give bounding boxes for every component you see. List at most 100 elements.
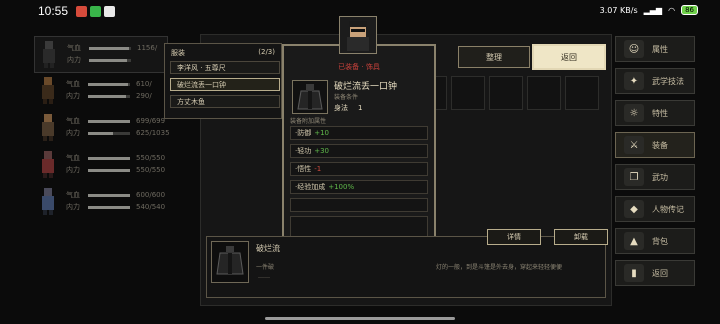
party-member-3[interactable]: 气血 699/699 内力 625/1035 <box>34 110 170 147</box>
unequip-button[interactable]: 卸载 <box>554 229 608 245</box>
attribute-row: ·悟性 -1 <box>290 162 428 176</box>
menu-traits-button[interactable]: ☼ 特性 <box>615 100 695 126</box>
character-sprite <box>42 77 54 104</box>
clock: 10:55 <box>38 4 69 18</box>
network-speed: 3.07 KB/s <box>599 5 638 15</box>
battery-icon: 86 <box>681 5 698 15</box>
inventory-slots <box>413 76 599 110</box>
attribute-value: +10 <box>314 129 330 137</box>
menu-label: 特性 <box>652 108 668 118</box>
menu-biography-button[interactable]: ◆ 人物传记 <box>615 196 695 222</box>
equipped-item[interactable]: 李洋风 · 五尊尺 <box>170 61 280 74</box>
inventory-slot[interactable] <box>451 76 485 110</box>
menu-label: 武学技法 <box>652 76 684 86</box>
equip-status: 已装备 · 饰具 <box>338 63 380 71</box>
hp-row: 气血 600/600 <box>66 190 196 200</box>
signal-icon: ▂▄▆ <box>643 5 663 15</box>
inventory-slot[interactable] <box>565 76 599 110</box>
equipped-item-selected[interactable]: 破烂流丢一口钟 <box>170 78 280 91</box>
attribute-row: ·经验加成 +100% <box>290 180 428 194</box>
equipped-list-header: 服装 (2/3) <box>171 48 275 58</box>
sort-button[interactable]: 整理 <box>458 46 530 68</box>
cloak-graphic <box>297 84 323 110</box>
mp-value: 290/ <box>136 92 152 100</box>
system-tray: 3.07 KB/s ▂▄▆ ◠ 86 <box>600 5 698 15</box>
menu-return-button[interactable]: ▮ 返回 <box>615 260 695 286</box>
mp-bar <box>89 58 131 62</box>
menu-martial-skills-button[interactable]: ✦ 武学技法 <box>615 68 695 94</box>
menu-bag-button[interactable]: ▲ 背包 <box>615 228 695 254</box>
menu-label: 装备 <box>652 140 668 150</box>
cloak-icon <box>211 241 249 283</box>
skill-icon: ✦ <box>624 72 644 90</box>
hp-value: 550/550 <box>136 154 166 162</box>
mp-label: 内力 <box>66 203 80 211</box>
menu-label: 返回 <box>652 268 668 278</box>
item-detail-popup: 已装备 · 饰具 破烂流丢一口钟 装备条件 身法 1 装备附加属性 ·防御 +10 … <box>282 44 436 268</box>
right-menu: ☺ 属性 ✦ 武学技法 ☼ 特性 ⚔ 装备 ❐ 武功 ◆ 人物传记 ▲ 背包 ▮ 返回 <box>615 36 695 292</box>
notification-icon-1 <box>76 6 87 17</box>
attribute-name: ·经验加成 <box>295 183 326 191</box>
character-sprite <box>42 188 54 215</box>
mp-bar <box>88 131 130 135</box>
notification-icon-3 <box>104 6 115 17</box>
party-member-4[interactable]: 气血 550/550 内力 550/550 <box>34 147 168 184</box>
mp-value: 550/550 <box>136 166 166 174</box>
hp-label: 气血 <box>66 154 80 162</box>
requirement-stat: 身法 <box>334 104 348 112</box>
hp-label: 气血 <box>66 117 80 125</box>
item-name: 破烂流丢一口钟 <box>334 82 398 92</box>
hp-label: 气血 <box>66 80 80 88</box>
party-member-2[interactable]: 气血 610/ 内力 290/ <box>34 73 168 110</box>
wechat-icon <box>90 6 101 17</box>
party-list: 气血 1156/ 内力 气血 610/ 内力 290/ 气血 699/699 内力 625… <box>34 36 170 221</box>
attribute-row: ·轻功 +30 <box>290 144 428 158</box>
requirement-label: 装备条件 <box>334 94 359 101</box>
hp-bar <box>88 82 130 86</box>
description-text-tail: 灯的一般，到是斗篷是外去身，穿起来轻轻便便 <box>436 264 563 271</box>
attribute-value: -1 <box>314 165 322 173</box>
mp-bar <box>88 94 130 98</box>
hp-bar <box>88 119 130 123</box>
equipped-count: (2/3) <box>258 48 275 56</box>
description-text-more: …… <box>258 273 270 280</box>
character-portrait <box>339 16 377 54</box>
character-sprite <box>42 114 54 141</box>
hp-bar <box>88 156 130 160</box>
person-icon: ☺ <box>624 40 644 58</box>
menu-kungfu-button[interactable]: ❐ 武功 <box>615 164 695 190</box>
menu-label: 属性 <box>652 44 668 54</box>
menu-label: 背包 <box>652 236 668 246</box>
mp-row: 内力 540/540 <box>66 202 196 212</box>
inventory-slot[interactable] <box>527 76 561 110</box>
menu-attributes-button[interactable]: ☺ 属性 <box>615 36 695 62</box>
equipped-item[interactable]: 方丈木鱼 <box>170 95 280 108</box>
mp-bar <box>88 205 130 209</box>
mp-bar <box>88 168 130 172</box>
requirement-number: 1 <box>358 104 363 112</box>
back-button[interactable]: 返回 <box>532 44 606 70</box>
attribute-name: ·防御 <box>295 129 312 137</box>
menu-equipment-button[interactable]: ⚔ 装备 <box>615 132 695 158</box>
attribute-name: ·悟性 <box>295 165 312 173</box>
hp-label: 气血 <box>66 191 80 199</box>
mp-value: 540/540 <box>136 203 166 211</box>
home-indicator[interactable] <box>265 317 455 320</box>
party-member-5[interactable]: 气血 600/600 内力 540/540 <box>34 184 168 221</box>
trait-icon: ☼ <box>624 104 644 122</box>
mp-row: 内力 550/550 <box>66 165 196 175</box>
attribute-row-empty <box>290 198 428 212</box>
hp-value: 600/600 <box>136 191 166 199</box>
party-member-1[interactable]: 气血 1156/ 内力 <box>34 36 168 73</box>
details-button[interactable]: 详情 <box>487 229 541 245</box>
hp-bar <box>88 193 130 197</box>
attribute-header: 装备附加属性 <box>290 118 327 125</box>
description-title: 破烂流 <box>256 244 280 253</box>
attribute-name: ·轻功 <box>295 147 312 155</box>
hp-value: 699/699 <box>136 117 166 125</box>
hp-bar <box>89 46 131 50</box>
inventory-slot[interactable] <box>489 76 523 110</box>
door-icon: ▮ <box>624 264 644 282</box>
equipped-list: 服装 (2/3) 李洋风 · 五尊尺 破烂流丢一口钟 方丈木鱼 <box>164 43 282 119</box>
menu-label: 武功 <box>652 172 668 182</box>
